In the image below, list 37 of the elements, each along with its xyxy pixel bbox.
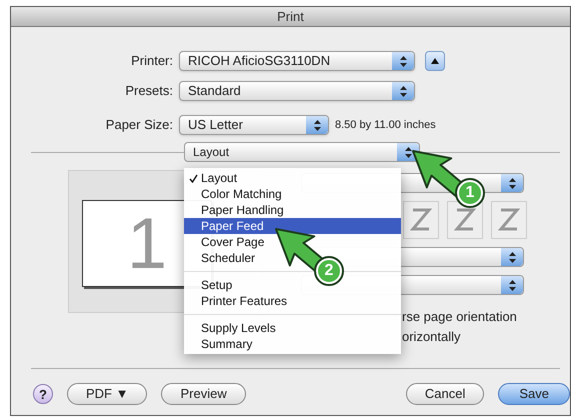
stepper-icon [400, 56, 406, 66]
popup-button[interactable]: US Letter [179, 115, 329, 135]
menu-item[interactable]: Paper Feed [184, 218, 401, 234]
dialog-button[interactable]: Preview [161, 383, 246, 405]
menu-item[interactable]: Layout [184, 170, 401, 186]
popup-button[interactable]: RICOH AficioSG3110DN [179, 51, 415, 71]
stepper-icon [508, 178, 516, 188]
field-label: Paper Size: [104, 116, 174, 134]
menu-item[interactable]: Supply Levels [184, 320, 401, 336]
option-label: rse page orientation [402, 309, 517, 325]
page-number: 1 [126, 208, 168, 280]
triangle-up-icon [431, 58, 439, 64]
stepper-icon [400, 86, 406, 96]
menu-item[interactable]: Summary [184, 336, 401, 352]
stepper-icon [314, 120, 320, 130]
menu-item[interactable]: Paper Handling [184, 202, 401, 218]
menu-item[interactable]: Printer Features [184, 293, 401, 309]
menu-item[interactable]: Color Matching [184, 186, 401, 202]
dialog-button[interactable]: Cancel [406, 383, 484, 405]
field-label: Presets: [124, 82, 174, 100]
window-title: Print [11, 7, 570, 27]
help-button[interactable]: ? [33, 384, 53, 404]
save-button[interactable]: Save [498, 383, 570, 405]
layout-direction-icon[interactable] [447, 201, 483, 239]
stepper-icon [404, 146, 412, 158]
callout-badge: 1 [457, 180, 483, 206]
menu-item[interactable]: Cover Page [184, 234, 401, 250]
stepper-icon [508, 252, 516, 262]
panel-popup[interactable]: Layout [184, 142, 420, 162]
paper-dimensions: 8.50 by 11.00 inches [335, 118, 436, 133]
dialog-button[interactable]: PDF ▼ [67, 383, 148, 405]
stepper-icon [508, 280, 516, 290]
disclosure-button[interactable] [425, 51, 445, 71]
callout-badge: 2 [316, 258, 342, 284]
option-label: orizontally [402, 329, 462, 345]
field-label: Printer: [130, 52, 174, 70]
popup-button[interactable]: Standard [179, 81, 415, 101]
